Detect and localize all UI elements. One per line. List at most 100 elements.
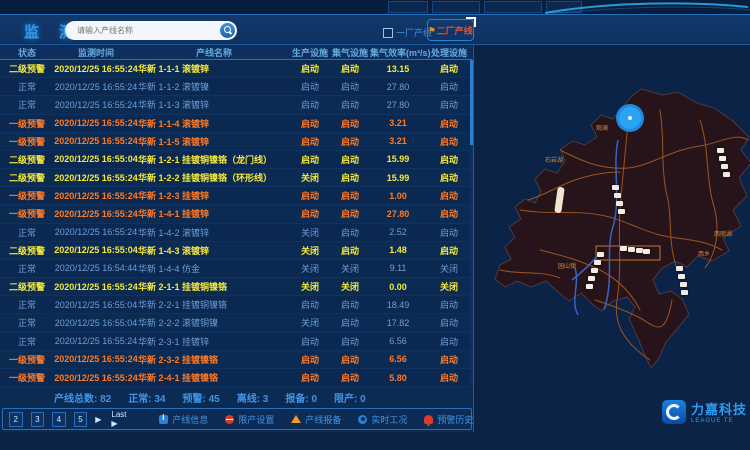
table-row[interactable]: 正常2020/12/25 16:55:24华新 1-1-3 滚镀锌启动启动27.…: [0, 96, 472, 114]
table-cell: 13.15: [370, 64, 426, 74]
factory-marker[interactable]: [628, 247, 635, 252]
page-number-button[interactable]: 2: [9, 412, 23, 427]
table-row[interactable]: 正常2020/12/25 16:55:24华新 2-3-1 挂镀锌启动启动6.5…: [0, 333, 472, 351]
column-header: 产线名称: [138, 46, 290, 59]
last-page-button[interactable]: Last ▶: [111, 410, 132, 428]
cluster-marker[interactable]: [616, 104, 644, 132]
table-cell: 启动: [290, 298, 330, 311]
table-cell: 2020/12/25 16:55:04: [54, 318, 138, 328]
table-cell: 华新 2-2-1 挂镀铜镍铬: [138, 298, 290, 311]
table-cell: 2020/12/25 16:54:44: [54, 263, 138, 273]
factory-marker[interactable]: [612, 185, 619, 190]
page-number-button[interactable]: 3: [31, 412, 45, 427]
factory-marker[interactable]: [597, 252, 604, 257]
factory1-checkbox[interactable]: 一厂产线: [383, 26, 432, 39]
summary-item: 报备: 0: [285, 390, 317, 405]
scrollbar-thumb[interactable]: [470, 60, 473, 145]
legend-item-产线信息[interactable]: 产线信息: [159, 413, 208, 426]
table-cell: 启动: [330, 153, 370, 166]
table-row[interactable]: 一级预警2020/12/25 16:55:24华新 1-4-1 挂镀锌启动启动2…: [0, 205, 472, 223]
search-box[interactable]: [65, 21, 237, 40]
table-cell: 关闭: [290, 280, 330, 293]
factory-marker[interactable]: [676, 266, 683, 271]
table-cell: 2020/12/25 16:55:24: [54, 282, 138, 292]
table-cell: 关闭: [330, 280, 370, 293]
factory-marker[interactable]: [586, 284, 593, 289]
table-cell: 华新 1-4-2 滚镀锌: [138, 226, 290, 239]
page-number-button[interactable]: 4: [52, 412, 66, 427]
table-cell: 启动: [290, 189, 330, 202]
table-cell: 1.48: [370, 245, 426, 255]
table-cell: 华新 1-4-3 滚镀锌: [138, 244, 290, 257]
factory-marker[interactable]: [719, 156, 726, 161]
table-cell: 启动: [330, 171, 370, 184]
table-row[interactable]: 二级预警2020/12/25 16:55:04华新 1-2-1 挂镀铜镍铬（龙门…: [0, 151, 472, 169]
legend-toolbar: 产线信息 限产设置 产线报备 实时工况 预警历史: [142, 413, 473, 426]
factory-marker[interactable]: [717, 148, 724, 153]
table-cell: 启动: [330, 298, 370, 311]
table-cell: 2.52: [370, 227, 426, 237]
search-input[interactable]: [75, 25, 209, 36]
table-row[interactable]: 一级预警2020/12/25 16:55:24华新 1-1-5 滚镀锌启动启动3…: [0, 133, 472, 151]
factory-marker[interactable]: [681, 290, 688, 295]
summary-item: 限产: 0: [334, 390, 366, 405]
table-row[interactable]: 一级预警2020/12/25 16:55:24华新 1-2-3 挂镀锌启动启动1…: [0, 187, 472, 205]
table-cell: 启动: [290, 207, 330, 220]
page-number-button[interactable]: 5: [74, 412, 88, 427]
magnifier-icon[interactable]: [220, 23, 235, 38]
factory-marker[interactable]: [614, 193, 621, 198]
table-cell: 2020/12/25 16:55:24: [54, 354, 138, 364]
table-row[interactable]: 正常2020/12/25 16:55:04华新 2-2-2 滚镀铜镍关闭启动17…: [0, 314, 472, 332]
table-row[interactable]: 二级预警2020/12/25 16:55:24华新 1-2-2 挂镀铜镍铬（环形…: [0, 169, 472, 187]
factory-marker[interactable]: [618, 209, 625, 214]
factory-marker[interactable]: [723, 172, 730, 177]
table-cell: 17.82: [370, 318, 426, 328]
factory-marker[interactable]: [594, 260, 601, 265]
next-page-button[interactable]: ▶: [95, 415, 101, 424]
table-row[interactable]: 一级预警2020/12/25 16:55:24华新 2-3-2 挂镀镍铬启动启动…: [0, 351, 472, 369]
table-cell: 启动: [330, 353, 370, 366]
table-cell: 华新 1-4-4 仿金: [138, 262, 290, 275]
table-cell: 启动: [426, 98, 472, 111]
pagination: 2345 ▶ Last ▶: [9, 410, 142, 428]
table-cell: 启动: [426, 316, 472, 329]
table-row[interactable]: 正常2020/12/25 16:55:04华新 2-2-1 挂镀铜镍铬启动启动1…: [0, 296, 472, 314]
factory-marker[interactable]: [591, 268, 598, 273]
factory-marker[interactable]: [636, 248, 643, 253]
table-cell: 启动: [426, 371, 472, 384]
table-row[interactable]: 二级预警2020/12/25 16:55:24华新 2-1-1 挂镀铜镍铬关闭关…: [0, 278, 472, 296]
factory-marker[interactable]: [588, 276, 595, 281]
table-row[interactable]: 二级预警2020/12/25 16:55:04华新 1-4-3 滚镀锌关闭启动1…: [0, 242, 472, 260]
bell-icon: [424, 415, 433, 424]
legend-item-产线报备[interactable]: 产线报备: [291, 413, 341, 426]
table-row[interactable]: 一级预警2020/12/25 16:55:24华新 1-1-4 滚镀锌启动启动3…: [0, 115, 472, 133]
header-ornament: [388, 1, 428, 13]
table-cell: 正常: [0, 98, 54, 111]
table-cell: 关闭: [426, 280, 472, 293]
table-cell: 启动: [290, 371, 330, 384]
table-row[interactable]: 一级预警2020/12/25 16:55:24华新 2-4-1 挂镀镍铬启动启动…: [0, 369, 472, 387]
table-cell: 一级预警: [0, 353, 54, 366]
table-row[interactable]: 正常2020/12/25 16:54:44华新 1-4-4 仿金关闭关闭9.11…: [0, 260, 472, 278]
legend-item-实时工况[interactable]: 实时工况: [358, 413, 407, 426]
table-row[interactable]: 正常2020/12/25 16:55:24华新 1-4-2 滚镀锌关闭启动2.5…: [0, 224, 472, 242]
table-scrollbar[interactable]: [470, 60, 473, 387]
table-cell: 18.49: [370, 300, 426, 310]
legend-item-限产设置[interactable]: 限产设置: [225, 413, 274, 426]
table-cell: 二级预警: [0, 280, 54, 293]
factory2-button[interactable]: ⚑ 二厂产线: [427, 19, 474, 41]
legend-item-预警历史[interactable]: 预警历史: [424, 413, 473, 426]
factory-marker[interactable]: [678, 274, 685, 279]
factory-marker[interactable]: [616, 201, 623, 206]
checkbox-icon[interactable]: [383, 28, 393, 38]
table-cell: 华新 1-1-2 滚镀镍: [138, 80, 290, 93]
factory-marker[interactable]: [620, 246, 627, 251]
factory-marker[interactable]: [680, 282, 687, 287]
table-cell: 9.11: [370, 263, 426, 273]
factory-marker[interactable]: [721, 164, 728, 169]
table-cell: 启动: [426, 244, 472, 257]
table-cell: 关闭: [290, 244, 330, 257]
table-row[interactable]: 正常2020/12/25 16:55:24华新 1-1-2 滚镀镍启动启动27.…: [0, 78, 472, 96]
factory-marker[interactable]: [643, 249, 650, 254]
table-row[interactable]: 二级预警2020/12/25 16:55:24华新 1-1-1 滚镀锌启动启动1…: [0, 60, 472, 78]
